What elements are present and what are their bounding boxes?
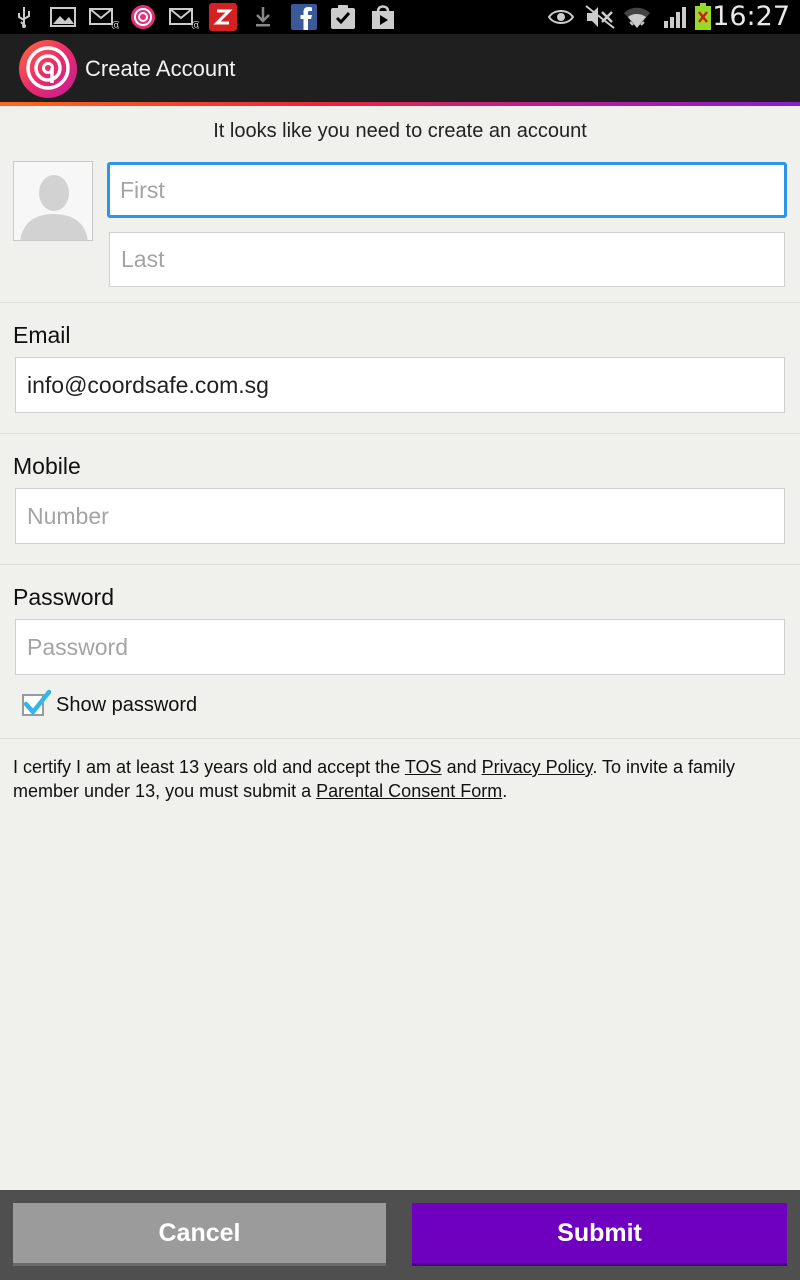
submit-button[interactable]: Submit xyxy=(412,1203,787,1266)
battery-charging-icon xyxy=(693,3,713,30)
life360-icon xyxy=(129,4,157,30)
divider xyxy=(0,302,800,303)
last-name-field[interactable]: Last xyxy=(109,232,785,287)
email-label: Email xyxy=(13,322,71,348)
page-title: Create Account xyxy=(85,56,236,81)
avatar-picker[interactable] xyxy=(13,161,93,241)
password-label: Password xyxy=(13,584,114,610)
legal-text-part: and xyxy=(441,757,482,777)
show-password-checkbox[interactable] xyxy=(22,689,52,716)
divider xyxy=(0,433,800,434)
usb-icon xyxy=(12,4,36,30)
clock: 16:27 xyxy=(712,1,790,32)
email-field[interactable]: info@coordsafe.com.sg xyxy=(15,357,785,413)
parental-consent-link[interactable]: Parental Consent Form xyxy=(316,781,502,801)
action-bar: Create Account xyxy=(0,34,800,106)
person-icon xyxy=(14,162,92,240)
first-name-field[interactable]: First xyxy=(107,162,787,218)
tasks-icon xyxy=(329,4,357,30)
life360-logo[interactable] xyxy=(18,39,78,99)
status-bar: @ @ 16:27 xyxy=(0,0,800,34)
zinio-icon xyxy=(209,3,237,31)
accent-bar xyxy=(0,102,800,106)
password-field[interactable]: Password xyxy=(15,619,785,675)
show-password-toggle[interactable]: Show password xyxy=(22,689,198,720)
mobile-number-field[interactable]: Number xyxy=(15,488,785,544)
download-icon xyxy=(252,4,274,30)
wifi-icon xyxy=(622,4,652,30)
bottom-button-bar: Cancel Submit xyxy=(0,1190,800,1280)
legal-text-part: . xyxy=(502,781,508,801)
legal-text: I certify I am at least 13 years old and… xyxy=(13,755,798,803)
svg-text:@: @ xyxy=(111,20,119,29)
show-password-label: Show password xyxy=(56,693,198,716)
legal-text-part: I certify I am at least 13 years old and… xyxy=(13,757,405,777)
cancel-button[interactable]: Cancel xyxy=(13,1203,386,1266)
mute-icon xyxy=(584,4,616,30)
play-store-icon xyxy=(369,4,397,30)
facebook-icon xyxy=(290,4,318,30)
divider xyxy=(0,738,800,739)
intro-text: It looks like you need to create an acco… xyxy=(213,120,587,142)
gallery-icon xyxy=(48,4,78,30)
privacy-policy-link[interactable]: Privacy Policy xyxy=(482,757,593,777)
tos-link[interactable]: TOS xyxy=(405,757,442,777)
svg-text:@: @ xyxy=(191,20,199,29)
eye-icon xyxy=(548,4,574,30)
divider xyxy=(0,564,800,565)
email-icon: @ xyxy=(88,4,120,30)
checkmark-icon xyxy=(23,689,52,716)
signal-icon xyxy=(662,4,688,30)
email-icon: @ xyxy=(168,4,200,30)
mobile-label: Mobile xyxy=(13,453,81,479)
